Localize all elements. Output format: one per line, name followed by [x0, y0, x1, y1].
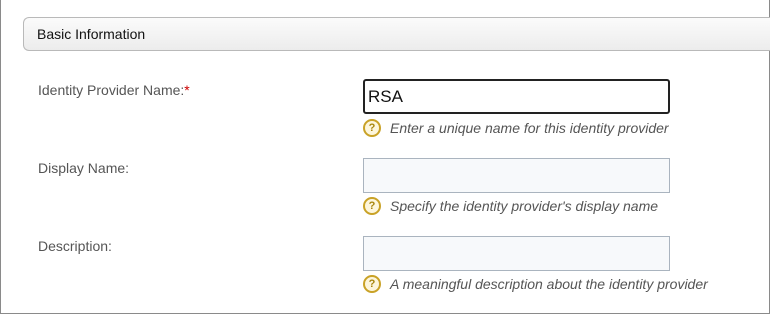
help-icon: ?: [363, 197, 381, 215]
identity-provider-name-help-text: Enter a unique name for this identity pr…: [390, 120, 669, 136]
display-name-label-text: Display Name:: [38, 160, 130, 176]
display-name-input[interactable]: [363, 158, 670, 193]
description-input[interactable]: [363, 236, 670, 271]
description-help-text: A meaningful description about the ident…: [390, 276, 708, 292]
identity-provider-name-label: Identity Provider Name:*: [38, 82, 190, 98]
required-marker: *: [184, 82, 190, 98]
help-icon: ?: [363, 275, 381, 293]
identity-provider-name-help: ? Enter a unique name for this identity …: [363, 119, 669, 137]
section-header[interactable]: Basic Information: [23, 17, 770, 51]
form-panel: Basic Information Identity Provider Name…: [0, 0, 770, 314]
display-name-help-text: Specify the identity provider's display …: [390, 198, 659, 214]
description-label: Description:: [38, 238, 112, 254]
display-name-help: ? Specify the identity provider's displa…: [363, 197, 658, 215]
display-name-label: Display Name:: [38, 160, 129, 176]
section-title: Basic Information: [37, 26, 146, 42]
description-help: ? A meaningful description about the ide…: [363, 275, 708, 293]
identity-provider-name-input[interactable]: [363, 79, 670, 114]
description-label-text: Description:: [38, 238, 112, 254]
help-icon: ?: [363, 119, 381, 137]
identity-provider-name-label-text: Identity Provider Name:: [38, 82, 185, 98]
